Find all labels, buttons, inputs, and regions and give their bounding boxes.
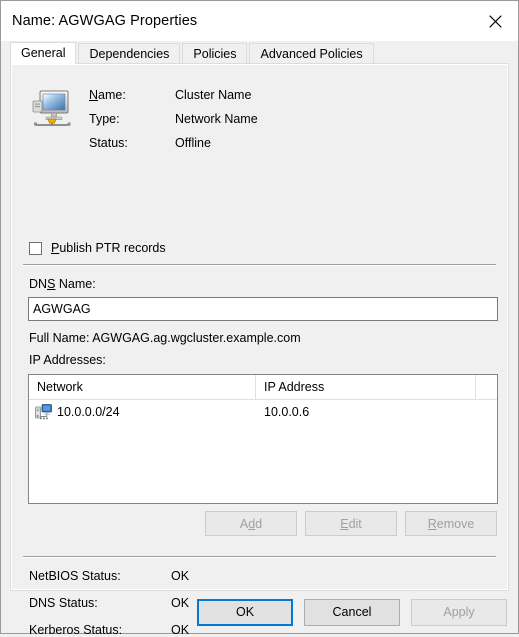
properties-dialog: Name: AGWGAG Properties General Dependen… [0, 0, 519, 637]
add-button[interactable]: Add [205, 511, 297, 536]
ok-button[interactable]: OK [197, 598, 293, 626]
network-name-resource-icon [29, 86, 75, 132]
separator-bottom [23, 556, 496, 558]
status-label: Status: [89, 136, 128, 150]
tab-strip: General Dependencies Policies Advanced P… [10, 41, 509, 64]
table-row[interactable]: 10.0.0.0/24 10.0.0.6 [29, 400, 497, 424]
name-value: Cluster Name [175, 88, 252, 102]
tab-general[interactable]: General [10, 42, 77, 64]
dns-name-input[interactable] [28, 297, 498, 321]
dns-status-label: DNS Status: [29, 596, 98, 610]
general-tab-panel: Name: Cluster Name Type: Network Name St… [10, 63, 509, 637]
ip-addresses-label: IP Addresses: [29, 353, 106, 367]
publish-ptr-records-row[interactable]: Publish PTR records [29, 241, 166, 255]
cell-ip-address: 10.0.0.6 [264, 405, 310, 419]
full-name-text: Full Name: AGWGAG.ag.wgcluster.example.c… [29, 331, 301, 345]
resource-identity: Name: Cluster Name Type: Network Name St… [29, 86, 258, 150]
column-header-ip-address[interactable]: IP Address [256, 375, 476, 399]
tab-advanced-policies-label: Advanced Policies [260, 47, 363, 61]
ok-button-label: OK [235, 605, 255, 619]
type-value: Network Name [175, 112, 258, 126]
window-title: Name: AGWGAG Properties [12, 13, 198, 29]
name-label: Name: [89, 88, 126, 102]
ip-addresses-list[interactable]: Network IP Address 10.0.0.0/24 10.0.0.6 [28, 374, 498, 504]
tab-policies[interactable]: Policies [182, 43, 248, 63]
dns-status-value: OK [171, 596, 190, 610]
remove-button[interactable]: Remove [405, 511, 497, 536]
close-icon[interactable] [472, 1, 518, 41]
status-value: Offline [175, 136, 211, 150]
remove-button-label: Remove [427, 516, 475, 531]
dns-name-label: DNS Name: [29, 277, 96, 291]
type-label: Type: [89, 112, 120, 126]
publish-ptr-records-label: Publish PTR records [51, 241, 166, 255]
ip-list-buttons: Add Edit Remove [205, 511, 497, 536]
identity-fields: Name: Cluster Name Type: Network Name St… [89, 86, 258, 150]
tab-dependencies-label: Dependencies [89, 47, 170, 61]
kerberos-status-value: OK [171, 623, 190, 637]
cancel-button[interactable]: Cancel [304, 598, 400, 626]
separator-top [23, 264, 496, 266]
apply-button[interactable]: Apply [411, 598, 507, 626]
title-bar: Name: AGWGAG Properties [1, 1, 518, 41]
network-subnet-icon [35, 404, 52, 420]
add-button-label: Add [239, 516, 263, 531]
status-summary: NetBIOS Status: OK DNS Status: OK Kerber… [29, 569, 189, 637]
netbios-status-label: NetBIOS Status: [29, 569, 121, 583]
edit-button-label: Edit [340, 516, 362, 531]
cancel-button-label: Cancel [332, 605, 372, 619]
column-header-filler [476, 375, 497, 399]
cell-network-text: 10.0.0.0/24 [57, 405, 120, 419]
tab-dependencies[interactable]: Dependencies [78, 43, 181, 63]
tab-advanced-policies[interactable]: Advanced Policies [249, 43, 374, 63]
netbios-status-value: OK [171, 569, 190, 583]
edit-button[interactable]: Edit [305, 511, 397, 536]
tab-general-label: General [21, 46, 66, 60]
publish-ptr-records-checkbox[interactable] [29, 241, 42, 255]
tab-policies-label: Policies [193, 47, 237, 61]
kerberos-status-label: Kerberos Status: [29, 623, 123, 637]
cell-network: 10.0.0.0/24 [29, 404, 256, 420]
ip-addresses-list-header: Network IP Address [29, 375, 497, 400]
apply-button-label: Apply [443, 605, 475, 619]
column-header-network[interactable]: Network [29, 375, 256, 399]
